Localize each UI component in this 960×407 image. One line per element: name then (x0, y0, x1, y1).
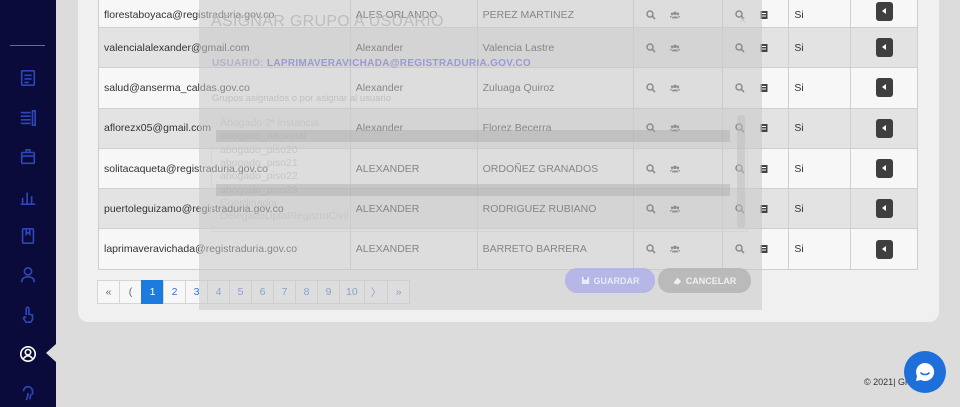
modal-user-line: USUARIO: LAPRIMAVERAVICHADA@REGISTRADURI… (212, 58, 531, 69)
bar-chart-icon[interactable] (17, 186, 39, 208)
footer-copyright: © 2021| Gr (864, 377, 908, 387)
cell-collapse (850, 0, 918, 28)
collapse-button[interactable] (875, 2, 893, 21)
collapse-button[interactable] (875, 78, 893, 98)
list-icon[interactable] (17, 67, 39, 89)
collapse-button[interactable] (875, 199, 893, 219)
cell-status: Si (788, 188, 852, 230)
group-option[interactable]: abogado_piso20 (220, 144, 298, 156)
group-option[interactable]: Abogado 2ª instancia (220, 117, 319, 129)
groups-scrollbar[interactable] (737, 115, 745, 228)
collapse-button[interactable] (875, 118, 893, 138)
save-label: GUARDAR (593, 275, 640, 286)
sidebar-divider (10, 45, 45, 46)
list-detail-icon[interactable] (17, 107, 39, 129)
user-circle-icon[interactable] (17, 343, 39, 365)
chat-button[interactable] (904, 351, 946, 393)
cell-collapse (850, 67, 918, 109)
cell-collapse (850, 147, 918, 190)
user-icon[interactable] (17, 264, 39, 286)
group-option[interactable]: DelegadoDptalRegistroCivil (220, 210, 348, 222)
groups-hint: Grupos asignados o por asignar al usuari… (212, 93, 392, 104)
save-button[interactable]: GUARDAR (565, 268, 655, 293)
cell-status: Si (788, 67, 852, 109)
group-option[interactable]: abogado_piso23 (216, 183, 730, 196)
user-label: USUARIO: (212, 58, 264, 69)
active-indicator (46, 344, 56, 362)
fingerprint-icon[interactable] (17, 382, 39, 404)
close-icon[interactable]: × (739, 12, 747, 27)
cell-status: Si (788, 147, 852, 190)
cell-status: Si (788, 228, 852, 270)
collapse-button[interactable] (875, 38, 893, 58)
sidebar (0, 0, 56, 407)
eraser-icon (673, 277, 681, 285)
book-icon[interactable] (17, 225, 39, 247)
cancel-button[interactable]: CANCELAR (658, 268, 751, 293)
page-prev-button[interactable]: ( (119, 280, 142, 304)
cell-status: Si (788, 26, 852, 69)
group-option[interactable]: abogado_piso21 (220, 157, 298, 169)
group-option[interactable]: abogado_piso22 (220, 170, 298, 182)
cell-status: Si (788, 0, 852, 28)
chat-icon (916, 362, 935, 381)
collapse-button[interactable] (875, 159, 893, 179)
cancel-label: CANCELAR (685, 275, 737, 286)
modal-title: ASIGNAR GRUPO A USUARIO (211, 13, 444, 30)
cell-collapse (850, 26, 918, 69)
groups-multiselect[interactable]: Abogado 2ª instancia abogado_nacional abog… (211, 111, 748, 232)
cell-status: Si (788, 107, 852, 149)
collapse-button[interactable] (875, 239, 893, 259)
group-option[interactable]: Coordinador (220, 197, 278, 209)
cell-collapse (850, 188, 918, 230)
cell-collapse (850, 228, 918, 270)
hand-pointer-icon[interactable] (17, 304, 39, 326)
user-value: LAPRIMAVERAVICHADA@REGISTRADURIA.GOV.CO (266, 58, 531, 69)
page-1-button[interactable]: 1 (141, 280, 164, 304)
page-2-button[interactable]: 2 (163, 280, 186, 304)
box-icon[interactable] (17, 146, 39, 168)
page-first-button[interactable]: « (97, 280, 120, 304)
save-icon (581, 276, 589, 285)
cell-collapse (850, 107, 918, 149)
group-option[interactable]: abogado_nacional (216, 130, 730, 143)
